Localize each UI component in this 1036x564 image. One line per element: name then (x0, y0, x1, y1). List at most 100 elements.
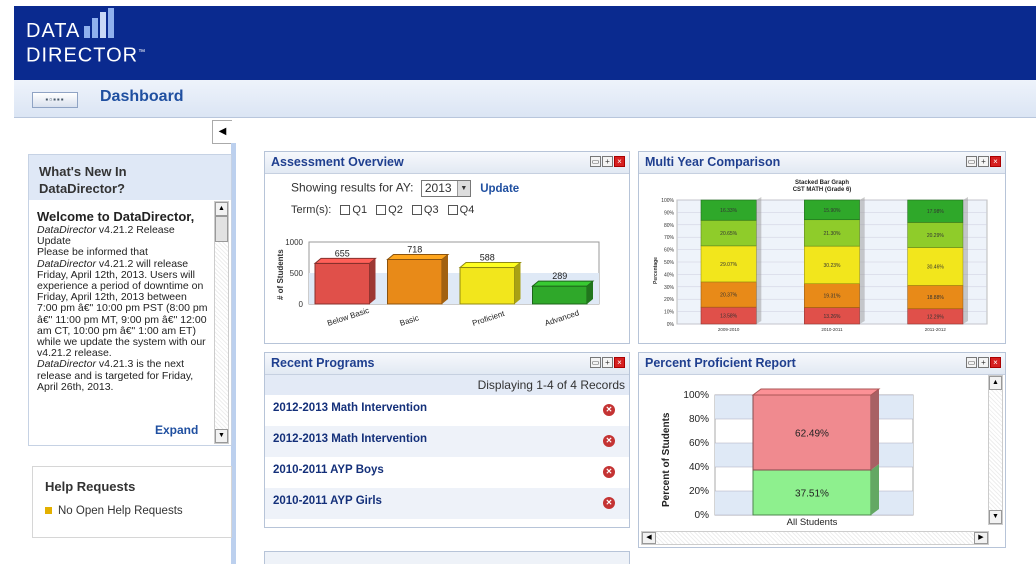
delete-icon[interactable]: ✕ (603, 435, 615, 447)
report-hscroll[interactable]: ◀ ▶ (641, 531, 989, 545)
segment-label: 13.26% (824, 314, 842, 320)
delete-icon[interactable]: ✕ (603, 466, 615, 478)
segment-label: 19.31% (824, 294, 842, 300)
bar-top (751, 388, 881, 396)
whats-new-scrollbar[interactable]: ▲ ▼ (214, 201, 229, 444)
term-q2-checkbox[interactable] (376, 205, 387, 216)
maximize-icon[interactable]: + (978, 357, 989, 368)
bar-top (313, 257, 377, 264)
ay-select[interactable]: 2013 ▼ (420, 180, 471, 197)
y-tick-label: 40% (664, 272, 675, 278)
minimize-icon[interactable]: ▭ (966, 357, 977, 368)
stacked-bar-chart: Stacked Bar GraphCST MATH (Grade 6) 100% 9… (653, 180, 988, 332)
y-tick-label: 60% (689, 438, 709, 449)
delete-icon[interactable]: ✕ (603, 497, 615, 509)
minimize-icon[interactable]: ▭ (590, 156, 601, 167)
y-tick-label: 20% (689, 486, 709, 497)
y-axis-label: Percentage (653, 257, 659, 284)
y-tick-label: 90% (664, 210, 675, 216)
bar-top (458, 262, 522, 269)
segment-label: 15.90% (824, 208, 842, 214)
scroll-left-icon[interactable]: ◀ (642, 532, 656, 544)
close-icon[interactable]: × (614, 156, 625, 167)
scroll-down-icon[interactable]: ▼ (215, 429, 228, 443)
expand-link[interactable]: Expand (155, 423, 198, 437)
bar-top (386, 253, 450, 260)
logo-line2: DIRECTOR (26, 44, 139, 67)
bar-side (963, 197, 968, 324)
term-q3-checkbox[interactable] (411, 205, 422, 216)
maximize-icon[interactable]: + (602, 156, 613, 167)
y-tick-label: 0% (667, 322, 675, 328)
scroll-thumb[interactable] (215, 216, 228, 242)
chevron-down-icon: ▼ (456, 181, 470, 196)
next-panel-header (264, 551, 630, 564)
close-icon[interactable]: × (614, 357, 625, 368)
percent-proficient-panel: Percent Proficient Report ▭ + × 100% 80% 60%… (638, 352, 1006, 548)
program-row[interactable]: 2010-2011 AYP Girls ✕ (265, 488, 629, 519)
release-line: DataDirector v4.21.2 Release Update (37, 224, 175, 248)
segment-label: 30.23% (824, 263, 842, 269)
segment-label: 18.88% (927, 295, 945, 301)
bar-top (531, 280, 595, 287)
term-q1-checkbox[interactable] (340, 205, 351, 216)
scroll-right-icon[interactable]: ▶ (974, 532, 988, 544)
maximize-icon[interactable]: + (978, 156, 989, 167)
proficient-stacked-chart: 100% 80% 60% 40% 20% 0% Percent of Students 37.… (661, 388, 914, 528)
scroll-up-icon[interactable]: ▲ (989, 376, 1002, 390)
help-requests-title: Help Requests (45, 479, 136, 494)
y-tick-label: 10% (664, 310, 675, 316)
scroll-up-icon[interactable]: ▲ (215, 202, 228, 216)
minimize-icon[interactable]: ▭ (590, 357, 601, 368)
percent-proficient-title: Percent Proficient Report (639, 353, 1005, 375)
maximize-icon[interactable]: + (602, 357, 613, 368)
logo-bars-icon (84, 8, 124, 38)
close-icon[interactable]: × (990, 156, 1001, 167)
close-icon[interactable]: × (990, 357, 1001, 368)
collapse-sidebar-button[interactable]: ◀ (212, 120, 232, 144)
y-tick-label: 1000 (285, 238, 303, 247)
y-tick-label: 100% (683, 390, 709, 401)
data-label: 289 (552, 271, 567, 281)
page-title: Dashboard (100, 88, 184, 105)
x-tick-label: 2011-2012 (925, 327, 947, 332)
scroll-down-icon[interactable]: ▼ (989, 510, 1002, 524)
whats-new-panel: What's New In DataDirector? Welcome to D… (28, 154, 232, 446)
whats-new-content: Welcome to DataDirector, DataDirector v4… (37, 210, 209, 393)
segment-label: 20.65% (720, 231, 738, 237)
bar-side (369, 258, 376, 304)
update-button[interactable]: Update (480, 183, 519, 195)
delete-icon[interactable]: ✕ (603, 404, 615, 416)
bar (387, 258, 443, 305)
y-tick-label: 40% (689, 462, 709, 473)
datadirector-logo[interactable]: DATA DIRECTOR™ (26, 8, 146, 67)
segment-label: 29.07% (720, 262, 738, 268)
minimize-icon[interactable]: ▭ (966, 156, 977, 167)
report-vscroll[interactable]: ▲ ▼ (988, 375, 1003, 525)
layout-grid-button[interactable]: ▪▫▪▪▪ (32, 92, 78, 108)
multi-year-title: Multi Year Comparison (639, 152, 1005, 174)
help-requests-item: No Open Help Requests (45, 505, 183, 517)
bar (459, 267, 515, 305)
program-row[interactable]: 2010-2011 AYP Boys ✕ (265, 457, 629, 488)
release-paragraph-1: Please be informed that DataDirector v4.… (37, 246, 208, 360)
term-q4-checkbox[interactable] (447, 205, 458, 216)
bullet-icon (45, 507, 52, 515)
records-count: Displaying 1-4 of 4 Records (265, 375, 629, 395)
term-filters: Term(s): Q1 Q2 Q3 Q4 (291, 204, 475, 216)
program-row[interactable]: 2012-2013 Math Intervention ✕ (265, 395, 629, 426)
bar-side (871, 389, 879, 470)
bar (532, 285, 588, 305)
chart-subtitle: CST MATH (Grade 6) (793, 187, 852, 193)
bar (314, 262, 370, 305)
program-row[interactable]: 2012-2013 Math Intervention ✕ (265, 426, 629, 457)
bar-side (756, 197, 762, 324)
y-tick-label: 80% (689, 414, 709, 425)
segment-label: 17.98% (927, 209, 945, 215)
data-label: 588 (480, 253, 495, 263)
y-tick-label: 70% (664, 235, 675, 241)
data-label: 655 (335, 248, 350, 258)
app-header: DATA DIRECTOR™ (14, 6, 1036, 80)
y-tick-label: 500 (290, 269, 304, 278)
y-tick-label: 20% (664, 297, 675, 303)
